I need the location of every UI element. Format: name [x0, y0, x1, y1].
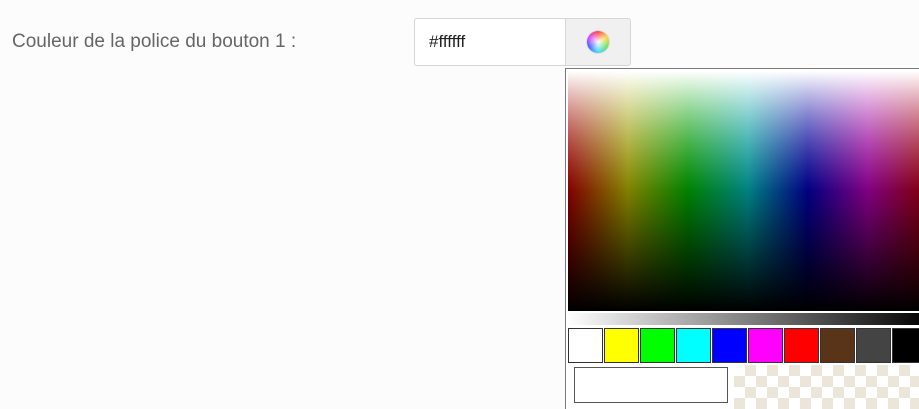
transparency-preview	[734, 365, 919, 409]
color-swatch[interactable]	[784, 328, 819, 363]
page: Couleur de la police du bouton 1 :	[0, 0, 919, 409]
font-color-input[interactable]	[414, 18, 565, 66]
color-swatch[interactable]	[568, 328, 603, 363]
color-swatch[interactable]	[712, 328, 747, 363]
color-picker-panel	[565, 68, 919, 409]
color-swatch[interactable]	[640, 328, 675, 363]
color-swatch[interactable]	[820, 328, 855, 363]
color-swatch[interactable]	[892, 328, 919, 363]
color-swatch[interactable]	[676, 328, 711, 363]
color-picker-button[interactable]	[565, 18, 631, 66]
swatch-row	[568, 328, 919, 363]
grayscale-slider[interactable]	[568, 313, 919, 325]
color-wheel-icon	[587, 31, 609, 53]
color-swatch[interactable]	[856, 328, 891, 363]
color-swatch[interactable]	[604, 328, 639, 363]
color-preview	[574, 367, 728, 403]
font-color-label: Couleur de la police du bouton 1 :	[12, 31, 297, 52]
color-spectrum[interactable]	[568, 71, 919, 311]
color-swatch[interactable]	[748, 328, 783, 363]
